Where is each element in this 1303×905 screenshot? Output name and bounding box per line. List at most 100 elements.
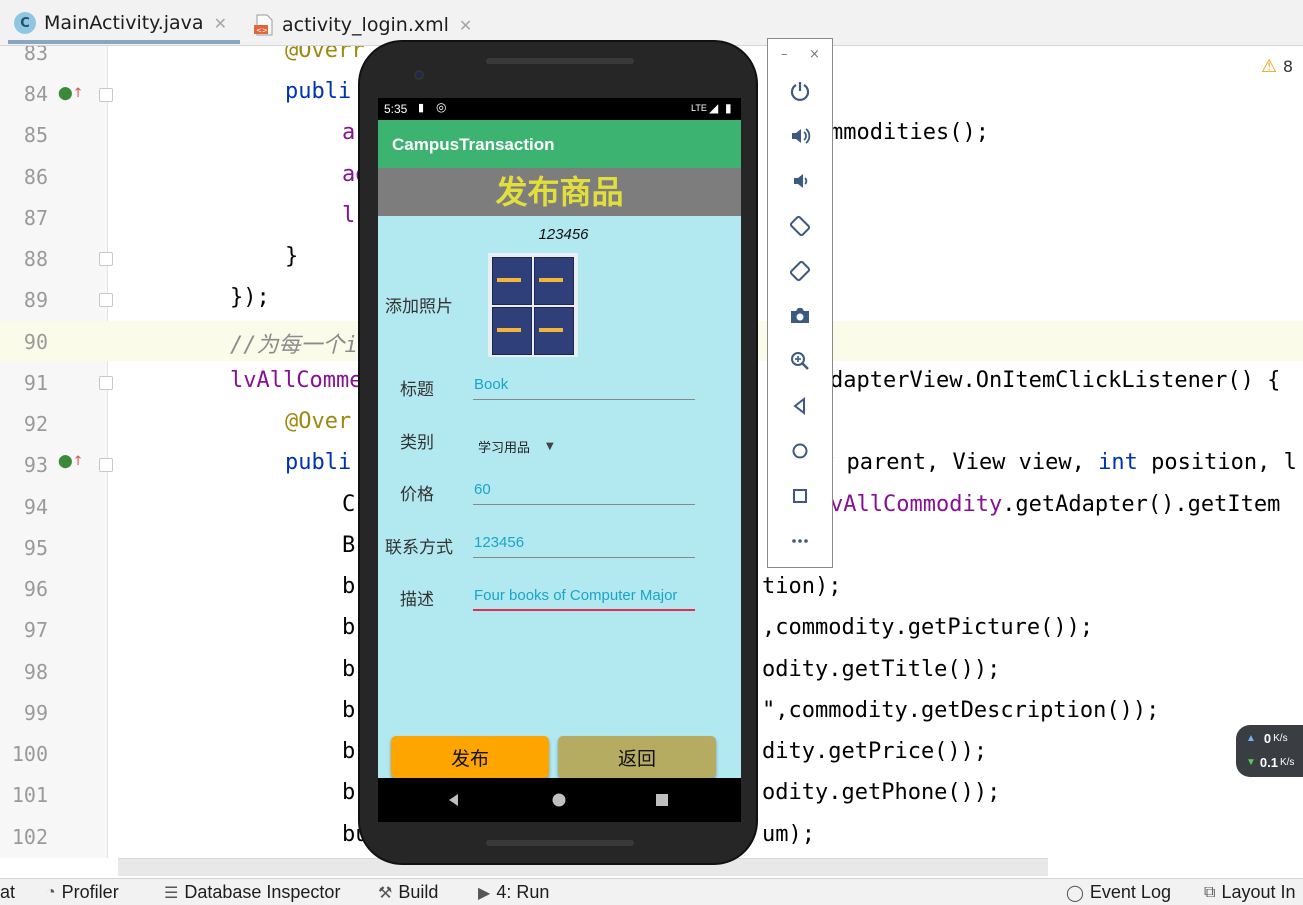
line-number: 95: [23, 536, 48, 560]
code-line: b: [342, 657, 356, 682]
title-input[interactable]: Book: [473, 376, 695, 400]
phone-emulator: 5:35 ▮ ◎ LTE ◢ ▮ CampusTransaction 发布商品 …: [358, 40, 758, 865]
database-icon: ☰: [164, 884, 179, 902]
tool-run[interactable]: ▶ 4: Run: [478, 882, 549, 903]
warning-indicator[interactable]: ⚠ 8: [1261, 56, 1293, 77]
code-line: B: [342, 533, 356, 558]
user-id-text: 123456: [538, 226, 589, 243]
run-icon: ▶: [478, 884, 491, 902]
close-icon[interactable]: ✕: [459, 16, 472, 35]
description-label: 描述: [400, 590, 434, 610]
publish-button[interactable]: 发布: [391, 736, 549, 778]
code-line-tail: ",commodity.getDescription());: [762, 698, 1160, 723]
price-input[interactable]: 60: [473, 481, 695, 505]
code-line: });: [230, 285, 270, 310]
fold-marker-icon[interactable]: [99, 458, 113, 472]
fold-marker-icon[interactable]: [99, 252, 113, 266]
bottom-speaker: [486, 840, 634, 846]
volume-down-icon[interactable]: [787, 168, 813, 194]
tab-activity-login[interactable]: <> activity_login.xml ✕: [254, 6, 472, 44]
line-number: 100: [11, 742, 48, 766]
event-log-icon: ◯: [1066, 884, 1084, 902]
code-line-tail: odity.getTitle());: [762, 657, 1001, 682]
code-line-tail: odity.getPhone());: [762, 780, 1001, 805]
warning-count: 8: [1282, 57, 1293, 76]
line-number: 97: [23, 618, 48, 642]
description-input[interactable]: Four books of Computer Major: [473, 587, 695, 611]
fold-marker-icon[interactable]: [99, 293, 113, 307]
contact-input[interactable]: 123456: [473, 534, 695, 558]
phone-screen[interactable]: 5:35 ▮ ◎ LTE ◢ ▮ CampusTransaction 发布商品 …: [378, 98, 741, 822]
fold-marker-icon[interactable]: [99, 376, 113, 390]
overview-icon[interactable]: [787, 483, 813, 509]
code-line-tail: ,commodity.getPicture());: [762, 615, 1094, 640]
xml-layout-icon: <>: [254, 14, 274, 36]
download-speed: 0.1: [1259, 755, 1278, 770]
tool-window-bar: at ◔ Profiler ☰ Database Inspector ⚒ Build …: [0, 878, 1303, 905]
nav-overview-icon[interactable]: [655, 793, 669, 807]
minimize-button[interactable]: –: [781, 47, 788, 62]
category-value: 学习用品: [478, 440, 531, 456]
camera-icon[interactable]: [787, 303, 813, 329]
code-line-tail: tion);: [762, 574, 842, 599]
line-number: 88: [23, 247, 48, 271]
implements-arrow-icon[interactable]: ⬤↑: [58, 454, 83, 469]
tool-layout-inspector[interactable]: ⧉ Layout In: [1204, 882, 1296, 903]
back-icon[interactable]: [787, 393, 813, 419]
fold-marker-icon[interactable]: [99, 88, 113, 102]
price-label: 价格: [400, 485, 434, 505]
back-button[interactable]: 返回: [558, 736, 716, 778]
tool-chat[interactable]: at: [0, 882, 15, 903]
layout-inspector-icon: ⧉: [1204, 883, 1216, 901]
line-number: 90: [23, 330, 48, 354]
book-cover-image: [492, 257, 532, 305]
code-line: b: [342, 739, 356, 764]
line-number: 92: [23, 412, 48, 436]
category-label: 类别: [400, 433, 434, 453]
implements-arrow-icon[interactable]: ⬤↑: [58, 86, 83, 101]
tab-main-activity[interactable]: C MainActivity.java ✕: [8, 6, 240, 44]
book-cover-image: [534, 257, 574, 305]
navigation-bar: [378, 778, 741, 822]
code-line: @Overr: [285, 46, 365, 63]
tab-label: activity_login.xml: [282, 14, 449, 36]
line-number: 85: [23, 123, 48, 147]
volume-up-icon[interactable]: [787, 123, 813, 149]
front-camera: [414, 70, 424, 80]
line-number: 87: [23, 206, 48, 230]
tool-event-log[interactable]: ◯ Event Log: [1066, 882, 1171, 903]
product-photo[interactable]: [488, 253, 578, 357]
code-line-tail: mmodities();: [830, 120, 989, 145]
photo-label: 添加照片: [385, 297, 453, 317]
line-number: 96: [23, 577, 48, 601]
status-bar: 5:35 ▮ ◎ LTE ◢ ▮: [378, 98, 741, 120]
rotate-left-icon[interactable]: [787, 213, 813, 239]
nav-home-icon[interactable]: [551, 792, 567, 808]
battery-icon: ▮: [725, 101, 732, 115]
home-icon[interactable]: [787, 438, 813, 464]
power-icon[interactable]: [787, 78, 813, 104]
close-button[interactable]: ×: [809, 47, 820, 62]
rotate-right-icon[interactable]: [787, 258, 813, 284]
tool-database-inspector[interactable]: ☰ Database Inspector: [164, 882, 340, 903]
signal-icon: ◢: [709, 101, 719, 115]
tool-build[interactable]: ⚒ Build: [378, 882, 438, 903]
more-icon[interactable]: [787, 528, 813, 554]
code-line: lvAllComme: [230, 368, 363, 393]
zoom-icon[interactable]: [787, 348, 813, 374]
hammer-icon: ⚒: [378, 884, 393, 902]
close-icon[interactable]: ✕: [214, 14, 227, 33]
tab-label: MainActivity.java: [44, 12, 204, 34]
line-number: 91: [23, 371, 48, 395]
code-line: b: [342, 574, 356, 599]
nav-back-icon[interactable]: [446, 792, 462, 808]
code-line-tail: w parent, View view, int position, l: [820, 450, 1297, 475]
warning-icon: ⚠: [1260, 56, 1278, 77]
code-line-tail: vAllCommodity.getAdapter().getItem: [830, 492, 1281, 517]
code-line: b: [342, 698, 356, 723]
code-line: b: [342, 615, 356, 640]
line-number: 86: [23, 165, 48, 189]
tool-profiler[interactable]: ◔ Profiler: [46, 882, 119, 903]
dropdown-arrow-icon: ▼: [546, 440, 554, 452]
category-dropdown[interactable]: 学习用品 ▼: [478, 436, 598, 456]
